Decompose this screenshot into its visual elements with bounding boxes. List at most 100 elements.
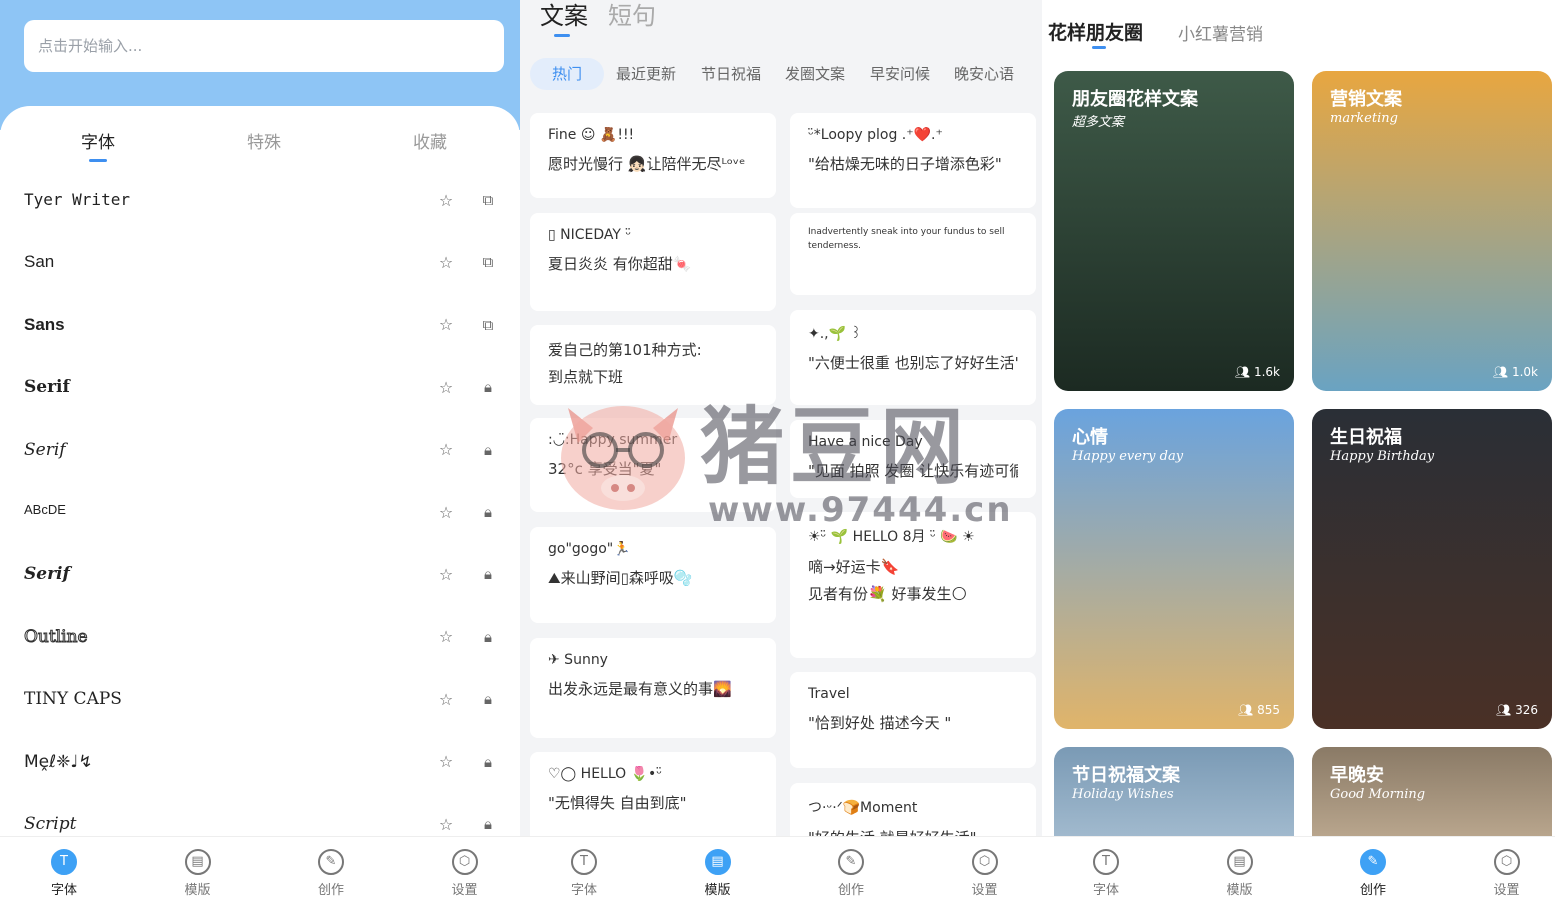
- create-icon: ✎: [318, 849, 344, 875]
- star-icon[interactable]: ☆: [437, 191, 455, 210]
- category-hot[interactable]: 热门: [530, 58, 605, 90]
- font-tabs: 字体 特殊 收藏: [0, 128, 520, 168]
- copy-icon[interactable]: ⧉: [479, 316, 497, 334]
- nav-settings[interactable]: ⬡ 设置: [425, 849, 505, 898]
- category-tile[interactable]: 朋友圈花样文案 超多文案 👥︎ 1.6k: [1054, 71, 1294, 391]
- lock-icon[interactable]: 🔒︎: [479, 565, 497, 583]
- nav-settings-label: 设置: [451, 883, 478, 898]
- tab-special[interactable]: 特殊: [204, 128, 324, 153]
- lock-icon[interactable]: 🔒︎: [479, 815, 497, 833]
- text-card[interactable]: Inadvertently sneak into your fundus to …: [790, 213, 1036, 295]
- nav-create[interactable]: ✎ 创作: [811, 849, 891, 898]
- nav-fonts[interactable]: T 字体: [1066, 849, 1146, 898]
- settings-icon: ⬡: [971, 849, 998, 875]
- nav-fonts[interactable]: T 字体: [24, 849, 104, 898]
- search-input[interactable]: 点击开始输入...: [24, 20, 504, 72]
- category-recent[interactable]: 最近更新: [616, 58, 676, 90]
- text-card[interactable]: ☀︎ᵕ̈ 🌱 HELLO 8月 ᵕ̈ 🍉 ☀︎ 嘀→好运卡🔖 见者有份💐 好事发生🌕: [790, 512, 1036, 658]
- star-icon[interactable]: ☆: [437, 815, 455, 834]
- font-row[interactable]: Serif ☆ 🔒︎: [0, 357, 520, 419]
- users-icon: 👥︎: [1492, 365, 1512, 379]
- font-row[interactable]: Mḙℓ❈♩↯ ☆ 🔒︎: [0, 732, 520, 794]
- nav-fonts[interactable]: T 字体: [544, 849, 624, 898]
- nav-create-label: 创作: [837, 883, 864, 898]
- text-card[interactable]: ▯ NICEDAY ᵕ̈ 夏日炎炎 有你超甜🍬: [530, 213, 776, 311]
- text-card[interactable]: Travel "恰到好处 描述今天 ": [790, 672, 1036, 768]
- tile-title: 节日祝福文案: [1072, 765, 1180, 786]
- text-card[interactable]: ᵕ̈*Loopy plog .⁺❤️.⁺ "给枯燥无味的日子增添色彩": [790, 113, 1036, 208]
- text-card[interactable]: ✈ Sunny 出发永远是最有意义的事🌄: [530, 638, 776, 738]
- font-name-label: Tyer Writer: [24, 190, 130, 209]
- text-card[interactable]: Fine ☺︎ 🧸!!! 愿时光慢行 👧🏻让陪伴无尽ᴸᵒᵛᵉ: [530, 113, 776, 198]
- star-icon[interactable]: ☆: [437, 253, 455, 272]
- lock-icon[interactable]: 🔒︎: [479, 503, 497, 521]
- card-line-1: つ·ᵕ·ᐟ🍞Moment: [808, 800, 918, 816]
- fonts-screen: 点击开始输入... 字体 特殊 收藏 Tyer Writer ☆ ⧉ San ☆ ⧉ San…: [0, 0, 520, 911]
- create-icon: ✎: [838, 849, 864, 875]
- lock-icon[interactable]: 🔒︎: [479, 441, 497, 459]
- users-icon: 👥︎: [1238, 703, 1258, 717]
- lock-icon[interactable]: 🔒︎: [479, 690, 497, 708]
- copy-icon[interactable]: ⧉: [479, 253, 497, 271]
- copy-icon[interactable]: ⧉: [479, 191, 497, 209]
- tile-subtitle: marketing: [1330, 111, 1398, 126]
- category-night[interactable]: 晚安心语: [954, 58, 1014, 90]
- font-row[interactable]: Tyer Writer ☆ ⧉: [0, 170, 520, 232]
- star-icon[interactable]: ☆: [437, 752, 455, 771]
- users-icon: 👥︎: [1496, 703, 1516, 717]
- card-line-1: ♡◯ HELLO 🌷•ᵕ̈: [548, 766, 663, 782]
- templates-icon: ▤: [184, 849, 211, 875]
- font-row[interactable]: Sans ☆ ⧉: [0, 295, 520, 357]
- tab-underline: [554, 34, 570, 37]
- font-row[interactable]: San ☆ ⧉: [0, 232, 520, 294]
- category-tile[interactable]: 营销文案 marketing 👥︎ 1.0k: [1312, 71, 1552, 391]
- tile-count: 👥︎ 1.0k: [1493, 365, 1538, 379]
- star-icon[interactable]: ☆: [437, 315, 455, 334]
- tab-moments-style[interactable]: 花样朋友圈: [1048, 18, 1143, 45]
- nav-settings[interactable]: ⬡ 设置: [945, 849, 1025, 898]
- star-icon[interactable]: ☆: [437, 378, 455, 397]
- text-card[interactable]: go"gogo"🏃 ⛰来山野间▯森呼吸🫧: [530, 527, 776, 623]
- card-line-1: Fine ☺︎ 🧸!!!: [548, 127, 635, 143]
- tab-short[interactable]: 短句: [608, 0, 656, 31]
- card-line-1: Inadvertently sneak into your fundus to …: [808, 227, 1005, 237]
- nav-create[interactable]: ✎ 创作: [291, 849, 371, 898]
- font-row[interactable]: Serif ☆ 🔒︎: [0, 420, 520, 482]
- font-row[interactable]: ABcDE ☆ 🔒︎: [0, 482, 520, 544]
- fonts-icon: T: [571, 849, 597, 875]
- fonts-icon: T: [51, 849, 77, 875]
- category-holiday[interactable]: 节日祝福: [701, 58, 761, 90]
- tab-favorites[interactable]: 收藏: [370, 128, 490, 153]
- star-icon[interactable]: ☆: [437, 565, 455, 584]
- star-icon[interactable]: ☆: [437, 503, 455, 522]
- lock-icon[interactable]: 🔒︎: [479, 753, 497, 771]
- category-tile[interactable]: 生日祝福 Happy Birthday 👥︎ 326: [1312, 409, 1552, 729]
- star-icon[interactable]: ☆: [437, 627, 455, 646]
- tab-xiaohongshu[interactable]: 小红薯营销: [1178, 20, 1263, 45]
- category-morning[interactable]: 早安问候: [870, 58, 930, 90]
- nav-create[interactable]: ✎ 创作: [1333, 849, 1413, 898]
- pig-logo-icon: [561, 406, 685, 510]
- nav-settings[interactable]: ⬡ 设置: [1467, 849, 1547, 898]
- star-icon[interactable]: ☆: [437, 690, 455, 709]
- tile-count: 👥︎ 855: [1238, 703, 1280, 717]
- nav-templates[interactable]: ▤ 模版: [678, 849, 758, 898]
- tab-copywriting[interactable]: 文案: [540, 0, 588, 31]
- tab-fonts[interactable]: 字体: [38, 128, 158, 162]
- tile-subtitle: Happy Birthday: [1330, 449, 1435, 464]
- font-row[interactable]: Serif ☆ 🔒︎: [0, 544, 520, 606]
- font-row[interactable]: Outline ☆ 🔒︎: [0, 607, 520, 669]
- lock-icon[interactable]: 🔒︎: [479, 378, 497, 396]
- category-tile[interactable]: 心情 Happy every day 👥︎ 855: [1054, 409, 1294, 729]
- tile-title: 心情: [1072, 427, 1108, 448]
- category-moments[interactable]: 发圈文案: [785, 58, 845, 90]
- lock-icon[interactable]: 🔒︎: [479, 628, 497, 646]
- star-icon[interactable]: ☆: [437, 440, 455, 459]
- nav-templates[interactable]: ▤ 模版: [158, 849, 238, 898]
- font-name-label: ABcDE: [24, 502, 66, 517]
- font-row[interactable]: TINY CAPS ☆ 🔒︎: [0, 669, 520, 731]
- font-name-label: Serif: [24, 564, 70, 585]
- watermark-title: 猪豆网: [700, 398, 971, 496]
- nav-templates[interactable]: ▤ 模版: [1200, 849, 1280, 898]
- card-line-2: 夏日炎炎 有你超甜🍬: [548, 255, 692, 273]
